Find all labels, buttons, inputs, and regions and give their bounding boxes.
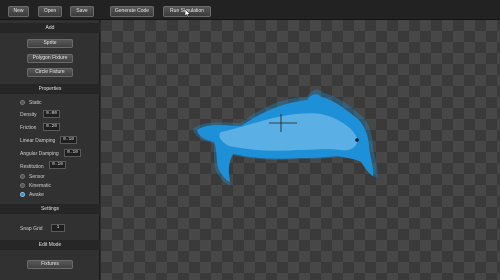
awake-label: Awake — [29, 192, 44, 198]
fixtures-button[interactable]: Fixtures — [27, 260, 73, 269]
sensor-radio[interactable] — [20, 174, 25, 179]
properties-section-header: Properties — [0, 84, 100, 94]
circle-fixture-button[interactable]: Circle Fixture — [27, 68, 73, 77]
polygon-fixture-button[interactable]: Polygon Fixture — [27, 54, 73, 63]
static-radio[interactable] — [20, 100, 25, 105]
restitution-field[interactable]: 0.10 — [49, 161, 66, 169]
dolphin-sprite[interactable] — [101, 20, 500, 280]
restitution-label: Restitution — [20, 164, 44, 170]
dolphin-eye — [355, 138, 359, 142]
add-section-header: Add — [0, 23, 100, 33]
sprite-button[interactable]: Sprite — [27, 39, 73, 48]
linear-damping-label: Linear Damping — [20, 138, 56, 144]
mouse-cursor-icon — [185, 9, 191, 18]
awake-radio[interactable] — [20, 192, 25, 197]
kinematic-label: Kinematic — [29, 183, 51, 189]
angular-damping-field[interactable]: 0.10 — [64, 149, 81, 157]
density-label: Density — [20, 112, 37, 118]
friction-field[interactable]: 0.20 — [43, 123, 60, 131]
sensor-label: Sensor — [29, 174, 45, 180]
snap-grid-label: Snap Grid — [20, 226, 43, 232]
angular-damping-label: Angular Damping — [20, 151, 59, 157]
sidebar: Add Sprite Polygon Fixture Circle Fixtur… — [0, 20, 100, 280]
kinematic-radio[interactable] — [20, 183, 25, 188]
new-button[interactable]: New — [8, 6, 29, 17]
top-toolbar: New Open Save Generate Code Run Simulati… — [0, 0, 500, 20]
snap-grid-field[interactable]: 1 — [51, 224, 65, 232]
generate-code-button[interactable]: Generate Code — [110, 6, 154, 17]
save-button[interactable]: Save — [70, 6, 94, 17]
density-field[interactable]: 0.00 — [43, 110, 60, 118]
edit-mode-section-header: Edit Mode — [0, 240, 100, 250]
static-label: Static — [29, 100, 42, 106]
open-button[interactable]: Open — [38, 6, 62, 17]
editor-canvas[interactable] — [101, 20, 500, 280]
friction-label: Friction — [20, 125, 37, 131]
linear-damping-field[interactable]: 0.10 — [60, 136, 77, 144]
settings-section-header: Settings — [0, 204, 100, 214]
